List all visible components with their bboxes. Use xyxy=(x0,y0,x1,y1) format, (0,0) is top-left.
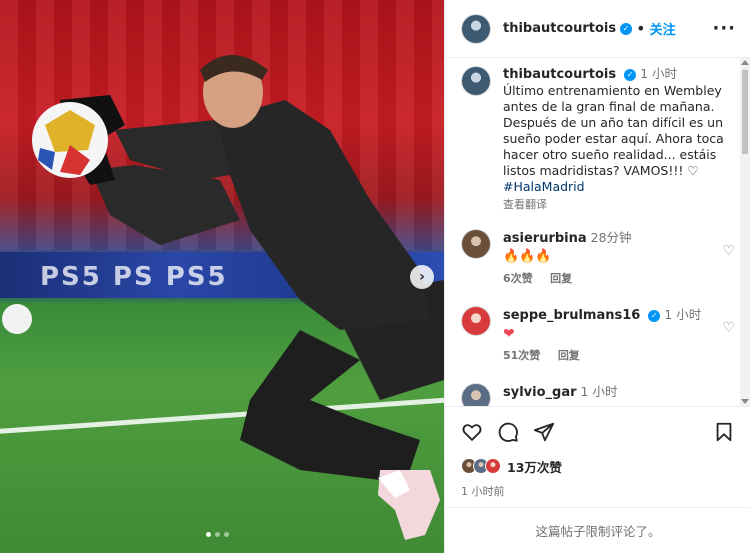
comment-body: asierurbina 28分钟 🔥🔥🔥 6次赞 回复 xyxy=(503,229,713,288)
comment-username[interactable]: sylvio_gar xyxy=(503,385,577,400)
hashtag-link[interactable]: #HalaMadrid xyxy=(503,179,725,195)
comment-icon[interactable] xyxy=(497,421,519,443)
comments-list[interactable]: thibautcourtois ✓ 1 小时 Último entrenamie… xyxy=(445,58,750,406)
header-separator: • xyxy=(636,19,646,38)
comment-time: 1 小时 xyxy=(580,384,618,399)
comment-item: asierurbina 28分钟 🔥🔥🔥 6次赞 回复 ♡ xyxy=(461,229,735,288)
comment-meta: 51次赞 回复 xyxy=(503,347,713,365)
caption-avatar[interactable] xyxy=(461,66,491,96)
carousel-next-button[interactable]: › xyxy=(410,265,434,289)
comment-username[interactable]: seppe_brulmans16 xyxy=(503,308,640,323)
likes-count[interactable]: 13万次赞 xyxy=(507,457,562,476)
caption-text-block: thibautcourtois ✓ 1 小时 Último entrenamie… xyxy=(503,66,725,213)
reply-button[interactable]: 回复 xyxy=(550,272,572,285)
action-icons xyxy=(461,419,735,445)
verified-badge-icon: ✓ xyxy=(624,69,637,81)
carousel-dot-active xyxy=(206,532,211,537)
carousel-dot xyxy=(224,532,229,537)
caption-username[interactable]: thibautcourtois xyxy=(503,67,616,82)
comment-like-heart-icon[interactable]: ♡ xyxy=(722,243,735,259)
scroll-down-icon[interactable] xyxy=(741,399,749,404)
scroll-up-icon[interactable] xyxy=(741,60,749,65)
comment-text: 🔥🔥🔥 xyxy=(503,249,552,264)
carousel-indicator xyxy=(206,532,229,537)
verified-badge-icon: ✓ xyxy=(648,310,661,322)
post-timestamp: 1 小时前 xyxy=(461,485,505,498)
likes-row: 13万次赞 xyxy=(461,455,735,477)
comment-body: seppe_brulmans16 ✓ 1 小时 ❤ 51次赞 回复 xyxy=(503,306,713,365)
liker-avatar xyxy=(485,458,501,474)
author-avatar[interactable] xyxy=(461,13,491,44)
heart-icon[interactable] xyxy=(461,421,483,443)
bookmark-icon[interactable] xyxy=(713,421,735,443)
see-translation-link[interactable]: 查看翻译 xyxy=(503,197,725,213)
post-sidebar: thibautcourtois ✓ • 关注 ··· thibautcourto… xyxy=(444,0,750,553)
author-username[interactable]: thibautcourtois xyxy=(503,21,616,36)
post-photo[interactable]: PS5 PS PS5 › xyxy=(0,0,444,553)
comment-body: sylvio_gar 1 小时 xyxy=(503,383,713,406)
comment-item: seppe_brulmans16 ✓ 1 小时 ❤ 51次赞 回复 ♡ xyxy=(461,306,735,365)
commenter-avatar[interactable] xyxy=(461,383,491,406)
goalkeeper-figure xyxy=(32,55,444,540)
verified-badge-icon: ✓ xyxy=(620,22,633,35)
comment-text: ❤ xyxy=(503,326,515,342)
caption-body: Último entrenamiento en Wembley antes de… xyxy=(503,83,724,178)
comments-scrollbar[interactable] xyxy=(740,58,750,406)
comment-like-heart-icon[interactable]: ♡ xyxy=(722,320,735,336)
comment-likes[interactable]: 6次赞 xyxy=(503,272,533,285)
comments-restricted-notice: 这篇帖子限制评论了。 xyxy=(445,507,750,553)
carousel-dot xyxy=(215,532,220,537)
caption-time: 1 小时 xyxy=(640,66,678,81)
comment-time: 28分钟 xyxy=(590,230,632,245)
commenter-avatar[interactable] xyxy=(461,306,491,336)
instagram-post: PS5 PS PS5 › thibautcourtois ✓ • 关注 ··· … xyxy=(0,0,750,553)
scrollbar-thumb[interactable] xyxy=(742,70,748,154)
post-caption: thibautcourtois ✓ 1 小时 Último entrenamie… xyxy=(461,66,735,213)
more-options-icon[interactable]: ··· xyxy=(712,18,736,39)
comment-item: sylvio_gar 1 小时 xyxy=(461,383,735,406)
post-actions: 13万次赞 1 小时前 xyxy=(445,406,750,499)
comment-likes[interactable]: 51次赞 xyxy=(503,349,540,362)
reply-button[interactable]: 回复 xyxy=(558,349,580,362)
post-header: thibautcourtois ✓ • 关注 ··· xyxy=(445,0,750,58)
comment-time: 1 小时 xyxy=(664,307,702,322)
comment-username[interactable]: asierurbina xyxy=(503,231,587,246)
follow-button[interactable]: 关注 xyxy=(650,19,676,38)
commenter-avatar[interactable] xyxy=(461,229,491,259)
comment-meta: 6次赞 回复 xyxy=(503,270,713,288)
liker-avatars xyxy=(461,458,501,474)
share-icon[interactable] xyxy=(533,421,555,443)
